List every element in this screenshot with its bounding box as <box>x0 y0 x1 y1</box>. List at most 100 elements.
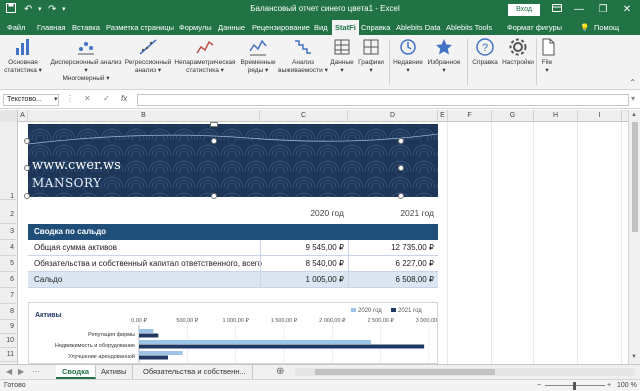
row-header-5[interactable]: 5 <box>0 256 18 272</box>
resize-handle[interactable] <box>398 165 404 171</box>
tell-me-search[interactable]: Помощ <box>594 20 619 35</box>
vertical-scrollbar[interactable]: ▲ ▼ <box>628 110 640 364</box>
timeseries-button[interactable]: Временные ряды ▾ <box>238 37 278 75</box>
resize-handle[interactable] <box>24 138 30 144</box>
save-icon[interactable] <box>6 3 16 18</box>
file-button[interactable]: File ▾ <box>538 37 556 75</box>
formula-input[interactable] <box>137 94 629 106</box>
tab-data[interactable]: Данные <box>218 20 245 35</box>
resize-handle[interactable] <box>211 193 217 199</box>
sheet-tab-liabilities[interactable]: Обязательства и собственн... <box>137 365 253 379</box>
row-header-4[interactable]: 4 <box>0 240 18 256</box>
settings-button[interactable]: Настройки <box>500 37 536 67</box>
table-row[interactable]: Обязательства и собственный капитал отве… <box>28 256 438 272</box>
tab-review[interactable]: Рецензирование <box>252 20 310 35</box>
recent-button[interactable]: Недавние ▾ <box>392 37 424 75</box>
cancel-entry-icon[interactable]: ✕ <box>84 94 91 103</box>
prev-sheet-icon[interactable]: ◀ <box>6 367 12 376</box>
scroll-down-icon[interactable]: ▼ <box>631 354 637 360</box>
survival-button[interactable]: Анализ выживаемости ▾ <box>278 37 328 75</box>
column-header-g[interactable]: G <box>492 110 534 122</box>
minimize-button[interactable]: — <box>568 1 590 19</box>
redo-icon[interactable]: ↷ <box>48 3 56 17</box>
rotate-handle-icon[interactable] <box>210 122 218 127</box>
favorites-button[interactable]: Избранное ▾ <box>424 37 464 75</box>
table-row-total[interactable]: Сальдо 1 005,00 ₽ 6 508,00 ₽ <box>28 272 438 288</box>
sheet-tab-assets[interactable]: Активы <box>95 365 134 379</box>
worksheet-grid[interactable]: A B C D E F G H I 1 2 3 4 5 6 7 8 9 10 1… <box>0 110 628 364</box>
column-header-b[interactable]: B <box>28 110 260 122</box>
row-header-3[interactable]: 3 <box>0 224 18 240</box>
column-header-h[interactable]: H <box>534 110 578 122</box>
row-header-8[interactable]: 8 <box>0 304 18 320</box>
horizontal-scrollbar[interactable] <box>295 368 635 376</box>
ribbon-display-options-icon[interactable] <box>546 1 568 19</box>
horizontal-scroll-thumb[interactable] <box>315 369 495 375</box>
tab-ablebits-tools[interactable]: Ablebits Tools <box>446 20 492 35</box>
table-row[interactable]: Общая сумма активов 9 545,00 ₽ 12 735,00… <box>28 240 438 256</box>
column-header-d[interactable]: D <box>348 110 438 122</box>
customize-quick-access-icon[interactable]: ▾ <box>62 3 66 17</box>
charts-button[interactable]: Графики ▾ <box>356 37 386 75</box>
column-header-c[interactable]: C <box>260 110 348 122</box>
tab-home[interactable]: Главная <box>37 20 66 35</box>
header-banner[interactable]: www.cwer.ws MANSORY <box>28 124 438 197</box>
zoom-control[interactable]: − + 100 % <box>525 380 640 391</box>
tab-file[interactable]: Файл <box>7 20 25 35</box>
close-button[interactable]: ✕ <box>616 1 638 19</box>
sheet-list-icon[interactable]: ⋯ <box>32 367 40 376</box>
name-box[interactable]: Текстово... ▾ <box>3 94 59 106</box>
row-header-9[interactable]: 9 <box>0 320 18 334</box>
column-header-e[interactable]: E <box>438 110 448 122</box>
vertical-scroll-thumb[interactable] <box>632 122 638 232</box>
banner-url-text[interactable]: www.cwer.ws <box>32 158 121 173</box>
tab-shape-format[interactable]: Формат фигуры <box>507 20 562 35</box>
resize-handle[interactable] <box>211 138 217 144</box>
variance-button[interactable]: Дисперсионный анализ ▾ Многомерный ▾ <box>50 37 122 83</box>
tab-insert[interactable]: Вставка <box>72 20 100 35</box>
banner-brand-text[interactable]: MANSORY <box>32 176 102 190</box>
row-header-2[interactable]: 2 <box>0 200 18 224</box>
row-header-10[interactable]: 10 <box>0 334 18 348</box>
confirm-entry-icon[interactable]: ✓ <box>103 94 110 103</box>
basic-stats-button[interactable]: Основная статистика ▾ <box>2 37 44 75</box>
tab-ablebits-data[interactable]: Ablebits Data <box>396 20 441 35</box>
assets-chart[interactable]: Активы 2020 год 2021 год 0,00 ₽ 500,00 ₽ 1 00… <box>28 302 438 364</box>
resize-handle[interactable] <box>398 193 404 199</box>
column-header-a[interactable]: A <box>18 110 28 122</box>
zoom-level[interactable]: 100 % <box>617 380 637 391</box>
select-all-corner[interactable] <box>0 110 18 122</box>
data-button[interactable]: Данные ▾ <box>330 37 354 75</box>
restore-button[interactable]: ❐ <box>592 1 614 19</box>
row-header-1[interactable]: 1 <box>0 122 18 200</box>
collapse-ribbon-icon[interactable]: ⌃ <box>629 78 636 87</box>
sheet-tab-summary[interactable]: Сводка <box>56 365 97 379</box>
signin-button[interactable]: Вход <box>508 4 540 16</box>
resize-handle[interactable] <box>24 193 30 199</box>
regression-button[interactable]: Регрессионный анализ ▾ <box>124 37 172 75</box>
help-button[interactable]: ? Справка <box>470 37 500 67</box>
scroll-up-icon[interactable]: ▲ <box>631 112 637 118</box>
insert-function-icon[interactable]: fx <box>121 94 127 103</box>
tab-statfi[interactable]: StatFi <box>332 20 359 35</box>
expand-formula-bar-icon[interactable]: ▾ <box>631 94 635 103</box>
zoom-slider-knob[interactable] <box>573 382 576 390</box>
tell-me-icon[interactable]: 💡 <box>580 20 589 35</box>
undo-dropdown-icon[interactable]: ▾ <box>38 3 42 17</box>
undo-icon[interactable]: ↶ <box>24 3 32 17</box>
resize-handle[interactable] <box>24 165 30 171</box>
zoom-in-icon[interactable]: + <box>607 380 611 391</box>
tab-help[interactable]: Справка <box>361 20 390 35</box>
column-header-f[interactable]: F <box>448 110 492 122</box>
row-header-6[interactable]: 6 <box>0 272 18 288</box>
column-header-i[interactable]: I <box>578 110 622 122</box>
tab-view[interactable]: Вид <box>314 20 328 35</box>
tab-formulas[interactable]: Формулы <box>179 20 212 35</box>
next-sheet-icon[interactable]: ▶ <box>18 367 24 376</box>
row-header-11[interactable]: 11 <box>0 348 18 362</box>
nonparametric-button[interactable]: Непараметрическая статистика ▾ <box>174 37 236 75</box>
add-sheet-icon[interactable]: ⊕ <box>276 366 284 377</box>
zoom-out-icon[interactable]: − <box>537 380 541 391</box>
resize-handle[interactable] <box>398 138 404 144</box>
tab-page-layout[interactable]: Разметка страницы <box>106 20 174 35</box>
